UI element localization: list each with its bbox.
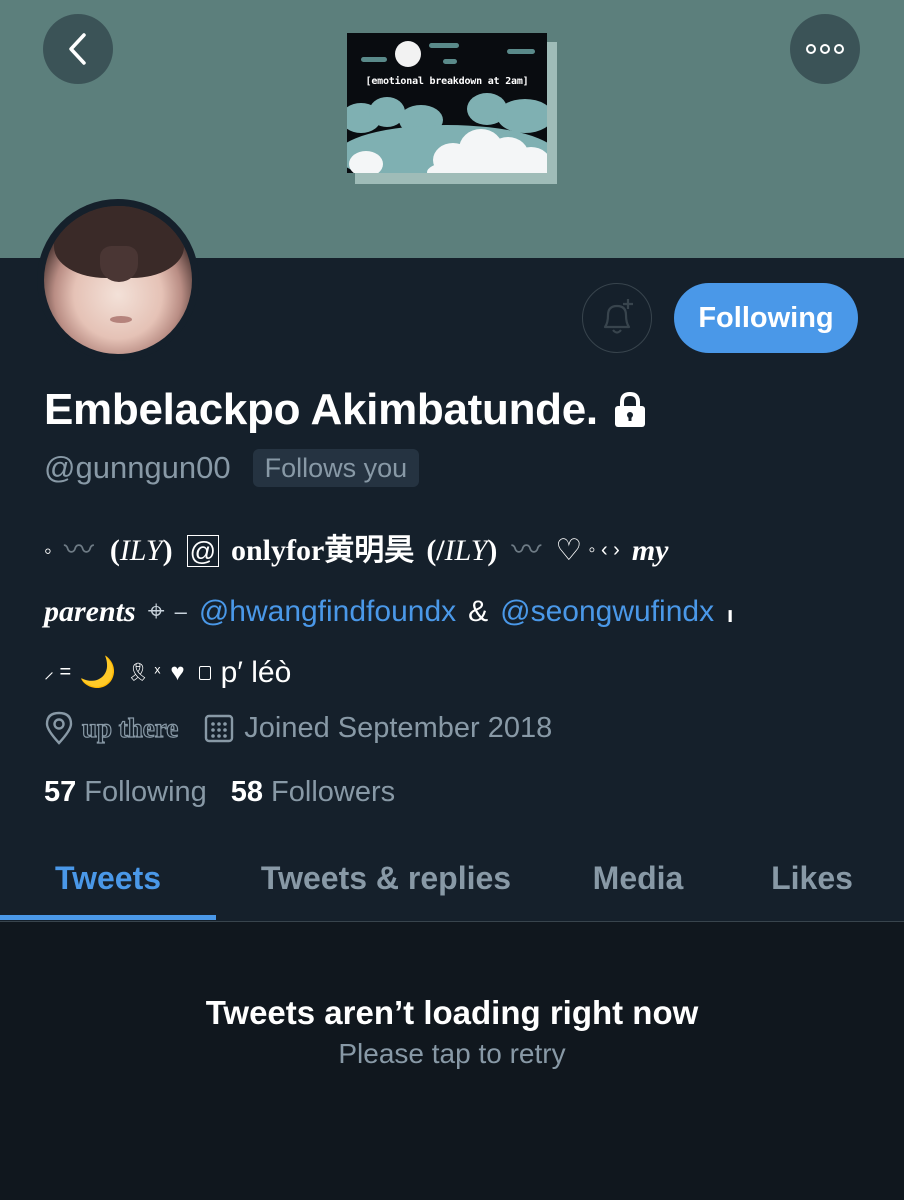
joined-date: Joined September 2018 [244,711,553,744]
profile-tabs: Tweets Tweets & replies Media Likes [0,836,904,922]
bio-symbol: ) [162,534,173,567]
mention-link[interactable]: @hwangfindfoundx [199,581,456,642]
back-button[interactable] [43,14,113,84]
active-tab-indicator [0,915,216,920]
avatar[interactable] [37,199,199,361]
profile-bio: ◦ 〰 ( ILY ) @ onlyfor黄明昊 (/ ILY ) 〰 ♡ ◦ … [44,520,874,703]
following-label: Following [84,775,207,808]
cloud-graphic [429,43,459,48]
following-count: 57 [44,775,77,808]
bio-symbol: ╻ [724,600,737,622]
cloud-graphic [507,49,535,54]
location-pin-icon [45,711,73,745]
followers-link[interactable]: 58 Followers [231,776,395,809]
profile-meta: up there Joined September 2018 [44,707,552,749]
mention-link[interactable]: @seongwufindx [500,581,714,642]
followers-label: Followers [271,775,396,808]
bell-plus-icon [603,299,633,334]
bio-text: my [631,534,669,567]
bio-symbol: ⌖ [147,595,165,628]
cloud-graphic [361,57,387,62]
bio-symbol: ) [487,534,498,567]
bio-line: ⸝ = 🌙 🎗 ˣ ♥ p′ léò [44,642,874,703]
more-dots-icon [806,44,844,54]
following-button[interactable]: Following [674,283,858,353]
error-title: Tweets aren’t loading right now [205,994,699,1031]
moon-graphic [395,41,421,67]
bio-symbol: ◦ [44,538,52,563]
bio-symbol: 〰 [511,534,542,567]
bio-text: ILY [444,534,488,567]
bio-text: p′ léò [220,656,292,689]
bio-line: parents ⌖ – @hwangfindfoundx & @seongwuf… [44,581,874,642]
bio-symbol: 🎗 ˣ [126,662,161,682]
cloud-graphic [443,59,457,64]
bio-symbol: 〰 [63,534,94,567]
missing-glyph-box [198,665,211,680]
bio-text: ILY [119,534,163,567]
bio-line: ◦ 〰 ( ILY ) @ onlyfor黄明昊 (/ ILY ) 〰 ♡ ◦ … [44,520,874,581]
notifications-button[interactable] [582,283,652,353]
bio-symbol: ♡ [555,534,583,567]
tab-media[interactable]: Media [556,836,720,920]
follows-you-badge: Follows you [252,449,420,487]
chevron-left-icon [69,33,86,65]
cloud-graphic [497,99,547,133]
bio-symbol: – [174,599,187,624]
avatar-image [44,206,192,354]
follow-counts: 57 Following 58 Followers [44,771,395,813]
tab-tweets-replies[interactable]: Tweets & replies [216,836,556,920]
banner-caption: [emotional breakdown at 2am] [365,76,529,87]
bio-symbol: ◦ ‹ › [588,539,620,561]
following-link[interactable]: 57 Following [44,776,207,809]
user-handle: @gunngun00 [44,450,231,485]
handle-row: @gunngun00 Follows you [44,448,420,488]
moon-emoji: 🌙 [79,656,117,689]
bio-text: & [468,595,489,628]
bio-symbol: (/ [426,534,445,567]
cloud-graphic [349,151,383,173]
bio-text: onlyfor黄明昊 [230,534,415,567]
tab-likes[interactable]: Likes [720,836,904,920]
tab-tweets[interactable]: Tweets [0,836,216,920]
bio-symbol: ♥ [170,659,185,686]
bio-text: parents [44,595,136,628]
retry-link[interactable]: Please tap to retry [0,1038,904,1070]
bio-symbol: ( [109,534,120,567]
location-text: up there [81,712,179,743]
more-options-button[interactable] [790,14,860,84]
calendar-icon [205,714,234,743]
bio-symbol: @ [186,534,219,567]
followers-count: 58 [230,775,264,808]
bio-symbol: ⸝ = [44,661,72,683]
banner-art: [emotional breakdown at 2am] [347,33,547,173]
lock-icon [614,391,645,427]
display-name: Embelackpo Akimbatunde. [44,385,598,434]
name-row: Embelackpo Akimbatunde. [44,384,648,436]
